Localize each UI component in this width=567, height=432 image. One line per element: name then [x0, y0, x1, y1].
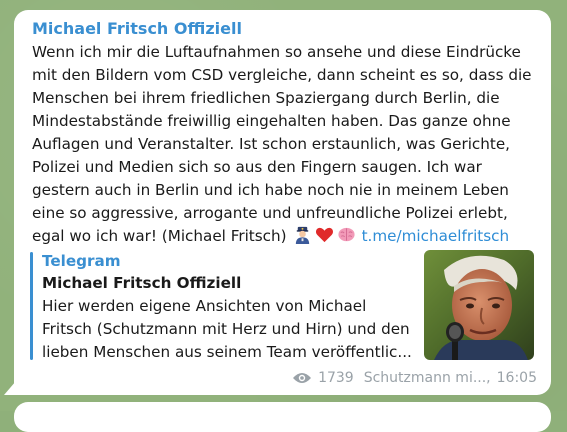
police-officer-emoji: [295, 226, 309, 244]
message-line: Polizei und Medien sich so aus den Finge…: [32, 158, 482, 176]
next-message-bubble[interactable]: [14, 402, 551, 432]
preview-accent-bar: [30, 252, 33, 360]
post-time: 16:05: [496, 370, 537, 386]
message-line: egal wo ich war! (Michael Fritsch): [32, 227, 287, 245]
message-line: Menschen bei ihrem friedlichen Spazierga…: [32, 89, 500, 107]
message-line: Wenn ich mir die Luftaufnahmen so ansehe…: [32, 43, 521, 61]
message-line: eine so aggressive, arrogante und unfreu…: [32, 204, 508, 222]
message-line: Mindestabstände freiwillig eingehalten h…: [32, 112, 511, 130]
preview-description-line: Fritsch (Schutzmann mit Herz und Hirn) u…: [42, 320, 410, 338]
message-line: mit den Bildern vom CSD vergleiche, dann…: [32, 66, 532, 84]
preview-thumbnail[interactable]: [424, 250, 534, 360]
preview-description-line: Hier werden eigene Ansichten von Michael: [42, 297, 367, 315]
message-text: Wenn ich mir die Luftaufnahmen so ansehe…: [32, 41, 538, 248]
message-line: Auflagen und Veranstalter. Ist schon ers…: [32, 135, 511, 153]
message-last-line: egal wo ich war! (Michael Fritsch) t.me/…: [32, 225, 538, 248]
man-with-microphone-photo: [424, 250, 534, 360]
post-author: Schutzmann mi...,: [363, 370, 491, 386]
emoji-group: [293, 225, 356, 244]
message-footer: 1739 Schutzmann mi..., 16:05: [292, 368, 537, 388]
channel-name[interactable]: Michael Fritsch Offiziell: [32, 19, 242, 39]
view-count: 1739: [318, 370, 354, 386]
red-heart-emoji: [315, 227, 333, 243]
brain-emoji: [338, 227, 355, 242]
preview-site-name: Telegram: [42, 252, 121, 270]
preview-description-line: lieben Menschen aus seinem Team veröffen…: [42, 343, 412, 361]
preview-title: Michael Fritsch Offiziell: [42, 274, 242, 292]
message-line: gestern auch in Berlin und ich habe noch…: [32, 181, 509, 199]
link-preview[interactable]: Telegram Michael Fritsch Offiziell Hier …: [30, 250, 538, 362]
preview-description: Hier werden eigene Ansichten von Michael…: [42, 295, 417, 364]
channel-link[interactable]: t.me/michaelfritsch: [362, 227, 510, 245]
message-bubble[interactable]: Michael Fritsch Offiziell Wenn ich mir d…: [14, 10, 551, 395]
eye-icon: [293, 373, 312, 383]
